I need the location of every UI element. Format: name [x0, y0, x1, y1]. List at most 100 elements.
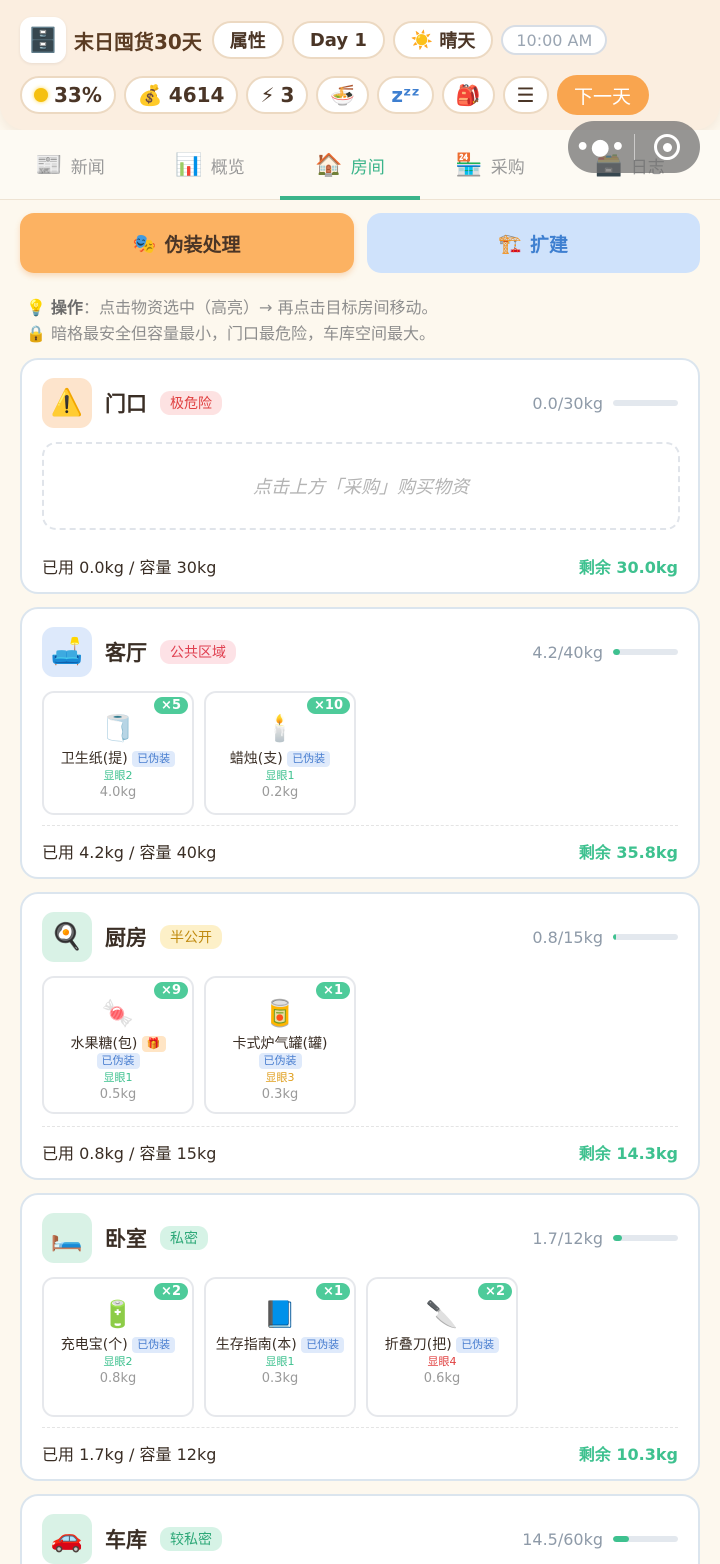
room-footer: 已用 1.7kg / 容量 12kg 剩余 10.3kg: [42, 1427, 678, 1465]
room-bedroom[interactable]: 🛏️ 卧室 私密 1.7/12kg ×2 🔋 充电宝(个) 已伪装 显眼2 0.…: [20, 1193, 700, 1481]
more-options-button[interactable]: •●•: [568, 135, 634, 160]
tab-purchase-label: 采购: [490, 157, 525, 178]
disguised-badge: 已伪装: [301, 1337, 345, 1353]
disguised-badge: 已伪装: [96, 1053, 140, 1069]
disguised-badge: 已伪装: [132, 751, 176, 767]
room-tag: 私密: [160, 1226, 208, 1250]
tip-operation-text: ：点击物资选中（高亮）→ 再点击目标房间移动。: [83, 298, 438, 317]
expand-label: 扩建: [530, 233, 569, 256]
menu-button[interactable]: ☰: [502, 76, 549, 114]
item-count: ×1: [316, 982, 350, 999]
item-name: 蜡烛(支): [229, 751, 283, 767]
item-weight: 4.0kg: [99, 785, 137, 800]
capacity-bar-fill: [613, 649, 620, 655]
tip-safety: 🔒 暗格最安全但容量最小，门口最危险，车库空间最大。: [26, 321, 438, 347]
time-display: 10:00 AM: [501, 25, 608, 55]
room-kitchen[interactable]: 🍳 厨房 半公开 0.8/15kg ×9 🍬 水果糖(包) 🎁 已伪装 显眼1 …: [20, 892, 700, 1180]
item-title-line: 折叠刀(把) 已伪装: [368, 1337, 516, 1354]
item-card[interactable]: ×2 🔋 充电宝(个) 已伪装 显眼2 0.8kg: [42, 1277, 194, 1417]
item-card[interactable]: ×1 🥫 卡式炉气罐(罐) 已伪装 显眼3 0.3kg: [204, 976, 356, 1114]
disguise-button[interactable]: 🎭 伪装处理: [20, 213, 354, 273]
item-card[interactable]: ×2 🔪 折叠刀(把) 已伪装 显眼4 0.6kg: [366, 1277, 518, 1417]
room-tag: 半公开: [160, 925, 222, 949]
weather-indicator[interactable]: ☀️ 晴天: [392, 21, 494, 59]
newspaper-icon: 📰: [35, 152, 63, 178]
room-footer: 已用 4.2kg / 容量 40kg 剩余 35.8kg: [42, 825, 678, 863]
sun-icon: ☀️: [410, 29, 434, 51]
room-footer: 已用 0.8kg / 容量 15kg 剩余 14.3kg: [42, 1126, 678, 1164]
item-card[interactable]: ×5 🧻 卫生纸(提) 已伪装 显眼2 4.0kg: [42, 691, 194, 815]
day-indicator[interactable]: Day 1: [291, 21, 385, 59]
item-card[interactable]: ×9 🍬 水果糖(包) 🎁 已伪装 显眼1 0.5kg: [42, 976, 194, 1114]
house-icon: 🏠: [315, 152, 343, 178]
tab-rooms-label: 房间: [350, 157, 385, 178]
close-miniprogram-button[interactable]: [635, 134, 701, 160]
more-dots-icon: •●•: [575, 134, 626, 160]
item-count: ×2: [154, 1283, 188, 1300]
room-tag: 较私密: [160, 1527, 222, 1551]
menu-icon: ☰: [516, 83, 535, 107]
gift-icon: 🎁: [141, 1036, 166, 1052]
store-icon: 🏪: [455, 152, 483, 178]
day-label: Day 1: [309, 29, 367, 51]
sun-dot-icon: [34, 88, 48, 102]
lightning-icon: ⚡: [260, 83, 275, 107]
room-tag: 极危险: [160, 391, 222, 415]
tab-news[interactable]: 📰 新闻: [0, 130, 140, 200]
item-name: 卡式炉气罐(罐): [232, 1036, 328, 1052]
lock-icon: 🔒: [26, 324, 46, 343]
tab-purchase[interactable]: 🏪 采购: [420, 130, 560, 200]
capacity-bar-fill: [613, 1235, 623, 1241]
item-title-line: 蜡烛(支) 已伪装: [206, 751, 354, 768]
room-entrance[interactable]: ⚠️ 门口 极危险 0.0/30kg 点击上方「采购」购买物资 已用 0.0kg…: [20, 358, 700, 594]
sleep-button[interactable]: zᶻᶻ: [377, 76, 434, 114]
item-visibility: 显眼1: [265, 1355, 295, 1368]
empty-hint: 点击上方「采购」购买物资: [42, 442, 680, 530]
item-visibility: 显眼2: [103, 769, 133, 782]
item-name: 生存指南(本): [215, 1337, 297, 1353]
room-header: 🛋️ 客厅 公共区域 4.2/40kg: [42, 627, 678, 677]
car-icon: 🚗: [42, 1514, 92, 1564]
room-used: 已用 4.2kg / 容量 40kg: [42, 843, 217, 862]
item-card[interactable]: ×10 🕯️ 蜡烛(支) 已伪装 显眼1 0.2kg: [204, 691, 356, 815]
item-title-line: 卡式炉气罐(罐) 已伪装: [206, 1036, 354, 1070]
capacity-bar: [613, 1536, 678, 1542]
tip-operation-title: 操作: [51, 298, 84, 317]
room-used: 已用 1.7kg / 容量 12kg: [42, 1445, 217, 1464]
backpack-button[interactable]: 🎒: [441, 76, 495, 114]
sunlight-stat[interactable]: 33%: [20, 76, 116, 114]
energy-stat[interactable]: ⚡ 3: [246, 76, 309, 114]
room-header: 🚗 车库 较私密 14.5/60kg: [42, 1514, 678, 1564]
room-garage[interactable]: 🚗 车库 较私密 14.5/60kg: [20, 1494, 700, 1564]
item-name: 折叠刀(把): [384, 1337, 452, 1353]
room-used: 已用 0.8kg / 容量 15kg: [42, 1144, 217, 1163]
miniprogram-capsule: •●•: [568, 121, 700, 173]
room-header: 🍳 厨房 半公开 0.8/15kg: [42, 912, 678, 962]
next-day-button[interactable]: 下一天: [556, 75, 649, 115]
item-title-line: 充电宝(个) 已伪装: [44, 1337, 192, 1354]
tab-rooms[interactable]: 🏠 房间: [280, 130, 420, 200]
item-title-line: 生存指南(本) 已伪装: [206, 1337, 354, 1354]
attributes-button[interactable]: 属性: [211, 21, 284, 59]
item-weight: 0.5kg: [99, 1087, 137, 1102]
eat-button[interactable]: 🍜: [316, 76, 370, 114]
expand-button[interactable]: 🏗️ 扩建: [366, 213, 700, 273]
top-header: 🗄️ 末日囤货30天 属性 Day 1 ☀️ 晴天 10:00 AM 33% 💰 4…: [0, 0, 720, 130]
item-title-line: 卫生纸(提) 已伪装: [44, 751, 192, 768]
warning-icon: ⚠️: [42, 378, 92, 428]
item-count: ×9: [154, 982, 188, 999]
item-card[interactable]: ×1 📘 生存指南(本) 已伪装 显眼1 0.3kg: [204, 1277, 356, 1417]
room-living-room[interactable]: 🛋️ 客厅 公共区域 4.2/40kg ×5 🧻 卫生纸(提) 已伪装 显眼2 …: [20, 607, 700, 879]
room-remaining: 剩余 14.3kg: [578, 1144, 678, 1163]
time-label: 10:00 AM: [516, 30, 593, 50]
item-visibility: 显眼2: [103, 1355, 133, 1368]
item-grid: ×2 🔋 充电宝(个) 已伪装 显眼2 0.8kg ×1 📘 生存指南(本) 已…: [42, 1277, 518, 1417]
item-count: ×5: [154, 697, 188, 714]
money-stat[interactable]: 💰 4614: [123, 76, 239, 114]
action-buttons: 🎭 伪装处理 🏗️ 扩建: [20, 213, 700, 273]
item-weight: 0.3kg: [261, 1371, 299, 1386]
sofa-icon: 🛋️: [42, 627, 92, 677]
tab-overview[interactable]: 📊 概览: [140, 130, 280, 200]
room-capacity: 0.0/30kg: [532, 393, 603, 413]
room-name: 厨房: [105, 926, 147, 950]
